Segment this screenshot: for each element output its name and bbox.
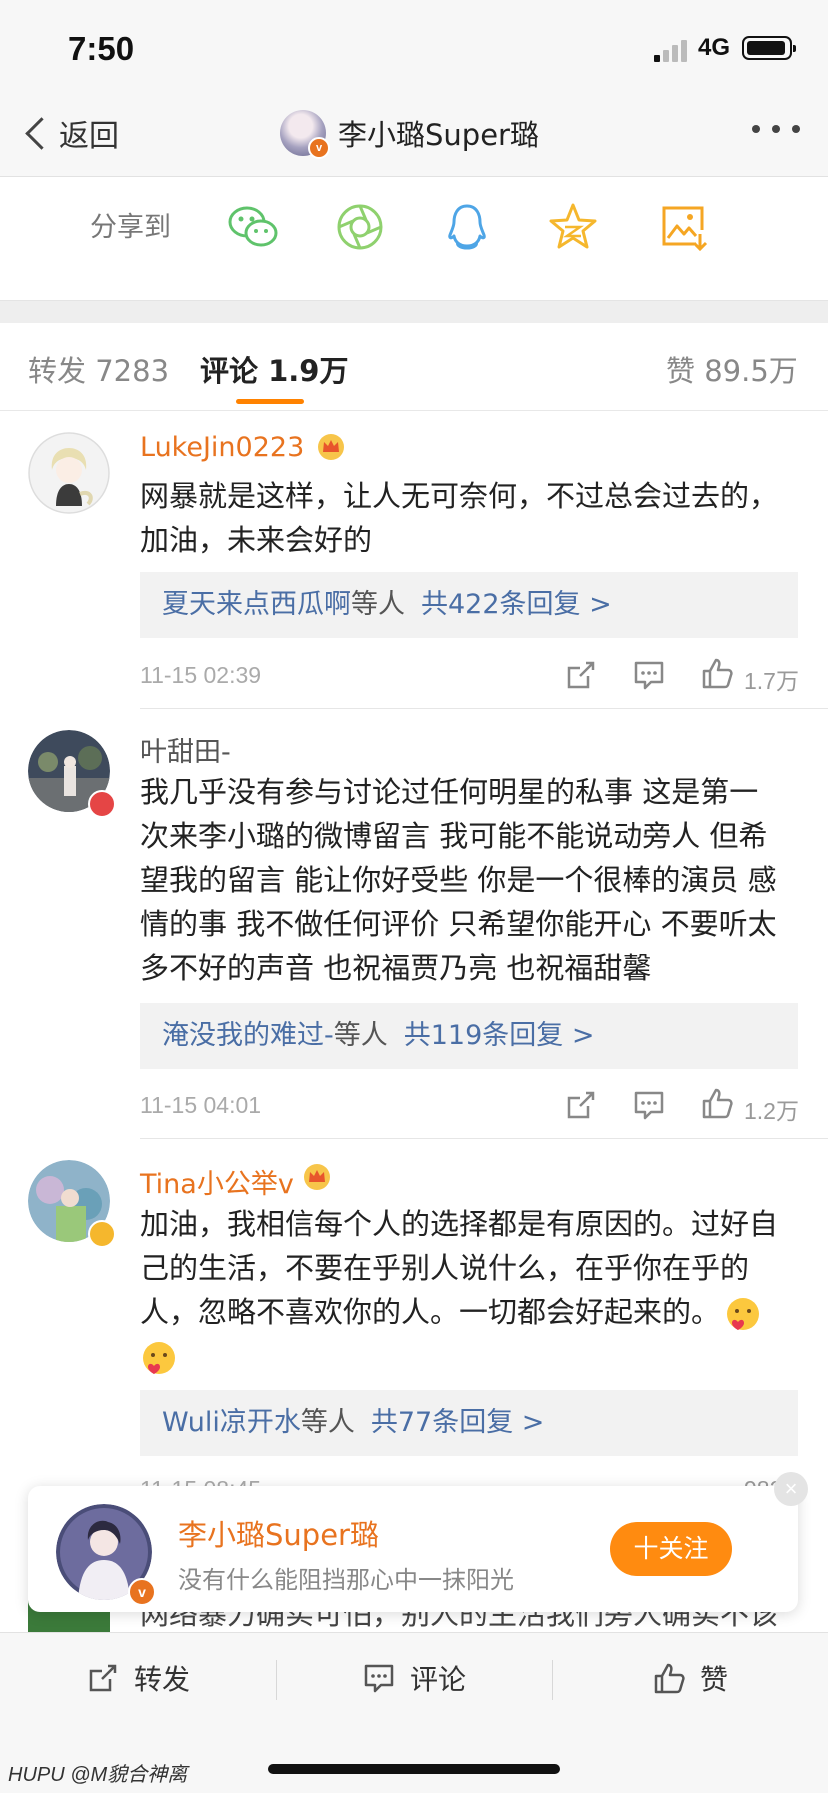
verified-badge-icon	[88, 790, 116, 818]
comment-icon	[364, 1664, 394, 1693]
signal-icon	[654, 38, 690, 62]
replies-summary[interactable]: 夏天来点西瓜啊等人 共422条回复 >	[140, 572, 798, 638]
reply-count[interactable]: 共119条回复 >	[404, 1020, 595, 1051]
like-count: 1.2万	[744, 1098, 799, 1124]
comment-text: 网暴就是这样，让人无可奈何，不过总会过去的， 加油，未来会好的	[140, 479, 779, 557]
share-label: 分享到	[90, 212, 171, 243]
follow-button[interactable]: 十关注	[610, 1522, 732, 1576]
more-options-icon[interactable]	[752, 125, 800, 137]
nav-profile[interactable]: v 李小璐Super璐	[280, 108, 539, 159]
tab-comments[interactable]: 评论 1.9万	[200, 348, 348, 390]
repost-label: 转发	[134, 1663, 191, 1696]
qzone-icon[interactable]	[546, 200, 600, 254]
section-divider	[0, 300, 828, 323]
repost-button[interactable]: 转发	[86, 1656, 190, 1700]
save-image-icon[interactable]	[656, 200, 710, 254]
like-label: 赞	[700, 1663, 729, 1696]
comment-username[interactable]: LukeJin0223	[140, 432, 304, 463]
tab-repost[interactable]: 转发 7283	[28, 348, 169, 390]
like-count: 1.7万	[744, 668, 799, 694]
avatar: v	[280, 110, 330, 159]
comment-divider	[140, 708, 828, 709]
crown-vip-icon	[318, 434, 344, 460]
comment-divider	[140, 1138, 828, 1139]
reply-etc: 等人	[300, 1407, 355, 1438]
page-title: 李小璐Super璐	[338, 118, 539, 152]
like-icon	[654, 1663, 685, 1694]
divider	[276, 1660, 277, 1700]
reply-count[interactable]: 共422条回复 >	[421, 589, 612, 620]
back-button[interactable]: 返回	[22, 110, 119, 156]
verified-badge-icon	[88, 1220, 116, 1248]
comment-time: 11-15 04:01	[140, 1092, 262, 1118]
verified-badge-icon: v	[128, 1578, 156, 1606]
tabs-divider	[0, 410, 828, 411]
comment-button[interactable]: 评论	[362, 1656, 466, 1700]
avatar[interactable]	[28, 432, 110, 514]
like-button[interactable]: 赞	[652, 1656, 728, 1700]
back-label: 返回	[59, 119, 119, 154]
moments-icon[interactable]	[333, 200, 387, 254]
repost-icon[interactable]	[564, 658, 598, 692]
home-indicator[interactable]	[268, 1764, 560, 1774]
chevron-left-icon	[25, 116, 58, 150]
tab-active-indicator	[236, 399, 304, 404]
replies-summary[interactable]: 淹没我的难过-等人 共119条回复 >	[140, 1003, 798, 1069]
comment-icon[interactable]	[632, 1088, 666, 1122]
emoji-icon	[143, 1342, 175, 1374]
follow-card-signature: 没有什么能阻挡那心中一抹阳光	[178, 1566, 514, 1594]
divider	[552, 1660, 553, 1700]
emoji-icon	[727, 1298, 760, 1330]
comment-username[interactable]: Tina小公举v	[140, 1162, 294, 1201]
reply-names[interactable]: Wuli凉开水	[162, 1407, 301, 1438]
like-icon[interactable]	[700, 656, 734, 690]
reply-names[interactable]: 淹没我的难过-	[162, 1020, 334, 1051]
comment-label: 评论	[410, 1663, 467, 1696]
status-time: 7:50	[68, 30, 135, 67]
repost-icon[interactable]	[564, 1088, 598, 1122]
wechat-icon[interactable]	[226, 200, 280, 254]
comment-text: 我几乎没有参与讨论过任何明星的私事 这是第一 次来李小璐的微博留言 我可能不能说…	[140, 775, 777, 985]
qq-icon[interactable]	[440, 200, 494, 254]
repost-icon	[89, 1664, 117, 1692]
reply-names[interactable]: 夏天来点西瓜啊	[162, 589, 351, 620]
verified-badge-icon: v	[308, 137, 330, 159]
replies-summary[interactable]: Wuli凉开水等人 共77条回复 >	[140, 1390, 798, 1456]
follow-card-name[interactable]: 李小璐Super璐	[178, 1512, 379, 1554]
close-icon[interactable]: ×	[774, 1472, 808, 1506]
reply-etc: 等人	[333, 1020, 388, 1051]
tab-likes[interactable]: 赞 89.5万	[666, 348, 798, 390]
battery-icon	[742, 36, 796, 60]
reply-etc: 等人	[351, 589, 405, 620]
reply-count[interactable]: 共77条回复 >	[371, 1407, 545, 1438]
comment-text: 加油，我相信每个人的选择都是有原因的。过好自 己的生活，不要在乎别人说什么，在乎…	[140, 1202, 800, 1378]
comment-username[interactable]: 叶甜田-	[140, 730, 231, 769]
like-icon[interactable]	[700, 1086, 734, 1120]
crown-vip-icon	[304, 1164, 330, 1190]
comment-time: 11-15 02:39	[140, 662, 262, 688]
network-type: 4G	[698, 34, 731, 61]
watermark: HUPU @M貌合神离	[8, 1764, 188, 1786]
comment-icon[interactable]	[632, 658, 666, 692]
